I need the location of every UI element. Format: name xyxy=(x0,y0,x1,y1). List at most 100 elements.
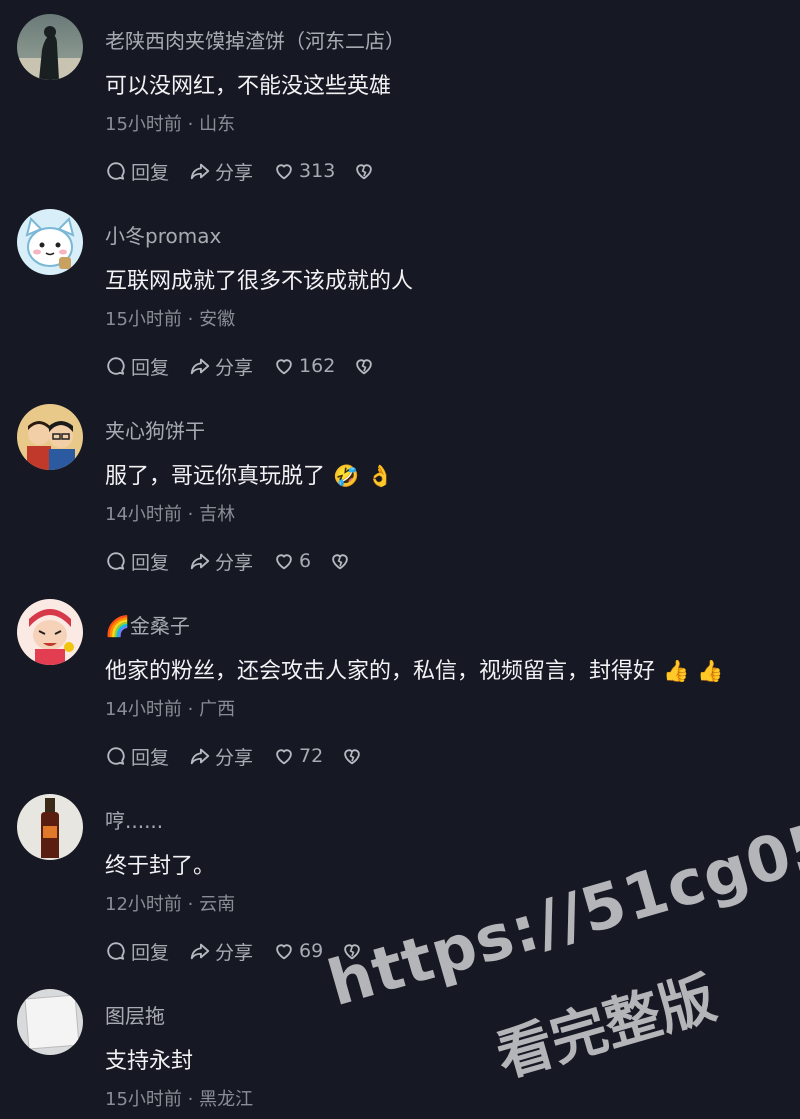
thumbs-up-emoji: 👍 xyxy=(697,659,724,683)
reply-button[interactable]: 回复 xyxy=(105,548,169,575)
comment-location: 云南 xyxy=(199,894,236,915)
broken-heart-icon xyxy=(332,554,348,570)
username[interactable]: 夹心狗饼干 xyxy=(105,415,205,444)
share-icon xyxy=(190,358,210,375)
username[interactable]: 老陕西肉夹馍掉渣饼（河东二店） xyxy=(105,25,405,54)
comment-item: 小冬promax 互联网成就了很多不该成就的人 15小时前 · 安徽 回复 分享… xyxy=(0,209,800,404)
broken-heart-icon xyxy=(356,164,373,180)
reply-label: 回复 xyxy=(131,551,170,574)
like-count: 6 xyxy=(299,550,312,572)
comment-item: 哼...... 终于封了。 12小时前 · 云南 回复 分享 69 xyxy=(0,794,800,989)
share-icon xyxy=(190,553,210,570)
comment-item: 夹心狗饼干 服了，哥远你真玩脱了 🤣 👌 14小时前 · 吉林 回复 分享 6 xyxy=(0,404,800,599)
dislike-button[interactable] xyxy=(341,940,367,962)
share-button[interactable]: 分享 xyxy=(189,353,253,380)
share-button[interactable]: 分享 xyxy=(189,158,253,185)
like-count: 72 xyxy=(299,745,324,767)
comment-time: 15小时前 xyxy=(105,309,182,330)
dislike-button[interactable] xyxy=(329,550,355,572)
dislike-button[interactable] xyxy=(353,355,379,377)
like-button[interactable]: 72 xyxy=(273,745,323,767)
rainbow-emoji: 🌈 xyxy=(105,614,130,638)
share-button[interactable]: 分享 xyxy=(189,548,253,575)
comment-meta: 15小时前 · 黑龙江 xyxy=(105,1089,254,1110)
avatar[interactable] xyxy=(17,14,83,80)
heart-icon xyxy=(276,554,292,570)
comment-location: 山东 xyxy=(199,114,236,135)
avatar[interactable] xyxy=(17,209,83,275)
comment-meta: 12小时前 · 云南 xyxy=(105,894,236,915)
comment-actions: 回复 分享 313 xyxy=(105,157,399,185)
comment-actions: 回复 分享 69 xyxy=(105,937,387,965)
share-label: 分享 xyxy=(215,356,254,379)
reply-button[interactable]: 回复 xyxy=(105,743,169,770)
share-label: 分享 xyxy=(215,551,254,574)
comment-text-body: 他家的粉丝，还会攻击人家的，私信，视频留言，封得好 xyxy=(105,659,656,684)
like-button[interactable]: 162 xyxy=(273,355,335,377)
comment-actions: 回复 分享 162 xyxy=(105,352,399,380)
comment-actions: 回复 分享 72 xyxy=(105,742,387,770)
like-count: 162 xyxy=(299,355,336,377)
reply-icon xyxy=(107,942,125,960)
avatar[interactable] xyxy=(17,989,83,1055)
broken-heart-icon xyxy=(344,944,361,960)
reply-label: 回复 xyxy=(131,161,170,184)
comment-time: 15小时前 xyxy=(105,114,182,135)
reply-icon xyxy=(107,747,125,765)
reply-label: 回复 xyxy=(131,356,170,379)
dislike-button[interactable] xyxy=(341,745,367,767)
comment-item: 老陕西肉夹馍掉渣饼（河东二店） 可以没网红，不能没这些英雄 15小时前 · 山东… xyxy=(0,14,800,209)
comment-text: 支持永封 xyxy=(105,1049,194,1074)
like-button[interactable]: 69 xyxy=(273,940,323,962)
reply-icon xyxy=(107,162,125,180)
avatar-cartoon-boys-icon xyxy=(17,404,83,470)
like-count: 69 xyxy=(299,940,324,962)
comment-item: 图层拖 支持永封 15小时前 · 黑龙江 xyxy=(0,989,800,1119)
comment-location: 黑龙江 xyxy=(199,1089,254,1110)
comment-text: 可以没网红，不能没这些英雄 xyxy=(105,74,392,99)
comment-text: 他家的粉丝，还会攻击人家的，私信，视频留言，封得好 👍 👍 xyxy=(105,653,723,685)
like-count: 313 xyxy=(299,160,336,182)
comment-text: 互联网成就了很多不该成就的人 xyxy=(105,269,414,294)
share-button[interactable]: 分享 xyxy=(189,938,253,965)
rofl-emoji: 🤣 xyxy=(333,464,360,488)
username[interactable]: 图层拖 xyxy=(105,1000,165,1029)
comment-text: 终于封了。 xyxy=(105,854,216,879)
comment-meta: 15小时前 · 安徽 xyxy=(105,309,236,330)
broken-heart-icon xyxy=(344,749,361,765)
comment-time: 14小时前 xyxy=(105,504,182,525)
reply-button[interactable]: 回复 xyxy=(105,158,169,185)
share-icon xyxy=(190,943,210,960)
comment-text: 服了，哥远你真玩脱了 🤣 👌 xyxy=(105,458,393,490)
share-button[interactable]: 分享 xyxy=(189,743,253,770)
avatar[interactable] xyxy=(17,794,83,860)
comment-location: 吉林 xyxy=(199,504,236,525)
heart-icon xyxy=(276,944,292,960)
comment-text-body: 服了，哥远你真玩脱了 xyxy=(105,464,326,489)
avatar-bottle-icon xyxy=(17,794,83,860)
reply-label: 回复 xyxy=(131,746,170,769)
reply-button[interactable]: 回复 xyxy=(105,938,169,965)
share-label: 分享 xyxy=(215,746,254,769)
like-button[interactable]: 6 xyxy=(273,550,311,572)
comment-meta: 15小时前 · 山东 xyxy=(105,114,236,135)
username[interactable]: 哼...... xyxy=(105,805,163,834)
avatar-silhouette-icon xyxy=(17,14,83,80)
reply-label: 回复 xyxy=(131,941,170,964)
ok-hand-emoji: 👌 xyxy=(367,464,394,488)
comment-location: 广西 xyxy=(199,699,236,720)
dislike-button[interactable] xyxy=(353,160,379,182)
username[interactable]: 小冬promax xyxy=(105,220,221,249)
reply-button[interactable]: 回复 xyxy=(105,353,169,380)
avatar[interactable] xyxy=(17,599,83,665)
reply-icon xyxy=(107,357,125,375)
avatar[interactable] xyxy=(17,404,83,470)
username[interactable]: 🌈金桑子 xyxy=(105,610,190,639)
share-icon xyxy=(190,748,210,765)
like-button[interactable]: 313 xyxy=(273,160,335,182)
comment-time: 14小时前 xyxy=(105,699,182,720)
heart-icon xyxy=(276,749,292,765)
reply-icon xyxy=(107,552,125,570)
thumbs-up-emoji: 👍 xyxy=(663,659,690,683)
heart-icon xyxy=(276,164,292,180)
